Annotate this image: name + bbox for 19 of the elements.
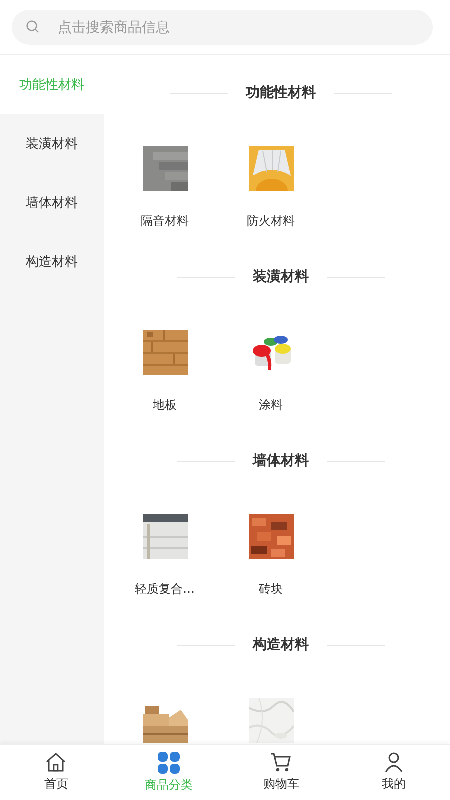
category-icon xyxy=(158,752,180,774)
product-label: 防火材料 xyxy=(247,213,295,229)
tab-item[interactable]: 购物车 xyxy=(225,745,338,800)
tab-item[interactable]: 我的 xyxy=(338,745,450,800)
cart-icon xyxy=(270,752,292,773)
product-label: 轻质复合… xyxy=(135,581,195,597)
product-label: 砖块 xyxy=(259,581,283,597)
section-title: 装潢材料 xyxy=(253,268,309,286)
section-title: 墙体材料 xyxy=(253,452,309,470)
product-label: 隔音材料 xyxy=(141,213,189,229)
user-icon xyxy=(382,752,405,773)
home-icon xyxy=(45,752,68,773)
section-title: 功能性材料 xyxy=(246,84,316,102)
tab-item[interactable]: 首页 xyxy=(0,745,112,800)
section-title: 构造材料 xyxy=(253,636,309,654)
product-label: 地板 xyxy=(153,397,177,413)
product-label: 涂料 xyxy=(259,397,283,413)
search-field[interactable]: 点击搜索商品信息 xyxy=(12,10,433,45)
search-icon xyxy=(26,20,40,34)
